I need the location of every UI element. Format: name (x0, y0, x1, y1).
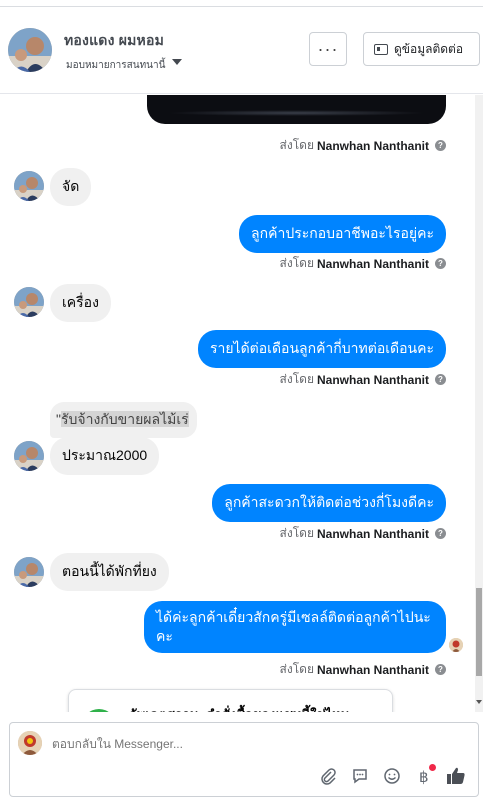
like-icon[interactable] (446, 766, 466, 786)
help-icon[interactable]: ? (435, 258, 446, 269)
sender-name: Nanwhan Nanthanit (316, 256, 429, 271)
scrollbar-thumb[interactable] (476, 588, 482, 676)
outgoing-message[interactable]: รายได้ต่อเดือนลูกค้ากี่บาทต่อเดือนคะ (197, 330, 446, 368)
order-status-icon (82, 709, 116, 712)
view-contact-info-label: ดูข้อมูลติดต่อ (394, 41, 464, 56)
avatar (14, 287, 44, 317)
attachment-icon[interactable] (318, 766, 338, 786)
contact-card-icon (374, 43, 388, 55)
assign-conversation-link[interactable]: มอบหมายการสนทนานี้ (66, 58, 165, 73)
video-attachment[interactable] (147, 95, 446, 124)
scroll-down-arrow-icon[interactable] (476, 700, 482, 704)
message-thread[interactable]: ส่งโดย Nanwhan Nanthanit ? จัด ลูกค้าประ… (0, 95, 475, 712)
avatar (14, 171, 44, 201)
sent-by-line: ส่งโดย Nanwhan Nanthanit ? (280, 524, 446, 543)
saved-replies-icon[interactable] (350, 766, 370, 786)
order-card-title: อัพเดตสถานะคำสั่งซื้อของแชทนี้ใช่ไหม (129, 704, 349, 712)
payment-icon[interactable]: ฿ (414, 764, 436, 786)
avatar (14, 557, 44, 587)
sent-by-prefix: ส่งโดย (279, 372, 314, 386)
read-receipt-avatar (449, 638, 463, 652)
outgoing-message[interactable]: ลูกค้าประกอบอาชีพอะไรอยู่คะ (239, 215, 446, 253)
order-status-card[interactable]: อัพเดตสถานะคำสั่งซื้อของแชทนี้ใช่ไหม (68, 689, 393, 712)
incoming-message[interactable]: ประมาณ2000 (50, 437, 160, 475)
help-icon[interactable]: ? (435, 140, 446, 151)
incoming-message[interactable]: ตอนนี้ได้พักที่ยง (50, 553, 169, 591)
sender-name: Nanwhan Nanthanit (316, 662, 429, 677)
view-contact-info-button[interactable]: ดูข้อมูลติดต่อ (363, 32, 480, 66)
more-options-button[interactable]: ··· (309, 32, 347, 66)
emoji-icon[interactable] (382, 766, 402, 786)
incoming-message[interactable]: จัด (50, 168, 92, 206)
avatar (14, 441, 44, 471)
sent-by-line: ส่งโดย Nanwhan Nanthanit ? (280, 254, 446, 273)
sent-by-line: ส่งโดย Nanwhan Nanthanit ? (280, 136, 446, 155)
help-icon[interactable]: ? (435, 374, 446, 385)
sent-by-line: ส่งโดย Nanwhan Nanthanit ? (280, 660, 446, 679)
outgoing-message[interactable]: ได้ค่ะลูกค้าเดี๋ยวสักครู่มีเซลล์ติดต่อลู… (144, 601, 446, 653)
caret-down-icon[interactable] (172, 59, 182, 65)
contact-name: ทองแดง ผมหอม (64, 32, 165, 48)
reply-input[interactable] (52, 737, 352, 751)
sent-by-line: ส่งโดย Nanwhan Nanthanit ? (280, 370, 446, 389)
sent-by-prefix: ส่งโดย (279, 256, 314, 270)
top-edge (0, 0, 483, 7)
sent-by-prefix: ส่งโดย (279, 138, 314, 152)
svg-text:฿: ฿ (419, 768, 429, 785)
reply-composer: ฿ (9, 722, 479, 797)
quoted-message[interactable]: "รับจ้างกับขายผลไม้เร่ (50, 402, 197, 438)
sent-by-prefix: ส่งโดย (279, 526, 314, 540)
quoted-text: รับจ้างกับขายผลไม้เร่ (60, 411, 189, 427)
sender-name: Nanwhan Nanthanit (316, 526, 429, 541)
avatar (18, 731, 42, 755)
help-icon[interactable]: ? (435, 528, 446, 539)
conversation-header: ทองแดง ผมหอม มอบหมายการสนทนานี้ ··· ดูข้… (0, 8, 483, 94)
composer-toolbar: ฿ (318, 764, 466, 786)
avatar[interactable] (8, 28, 52, 72)
outgoing-message[interactable]: ลูกค้าสะดวกให้ติดต่อช่วงกี่โมงดีคะ (212, 484, 446, 522)
sent-by-prefix: ส่งโดย (279, 662, 314, 676)
notification-dot (429, 764, 436, 771)
sender-name: Nanwhan Nanthanit (316, 372, 429, 387)
sender-name: Nanwhan Nanthanit (316, 138, 429, 153)
incoming-message[interactable]: เครื่อง (50, 284, 111, 322)
help-icon[interactable]: ? (435, 664, 446, 675)
